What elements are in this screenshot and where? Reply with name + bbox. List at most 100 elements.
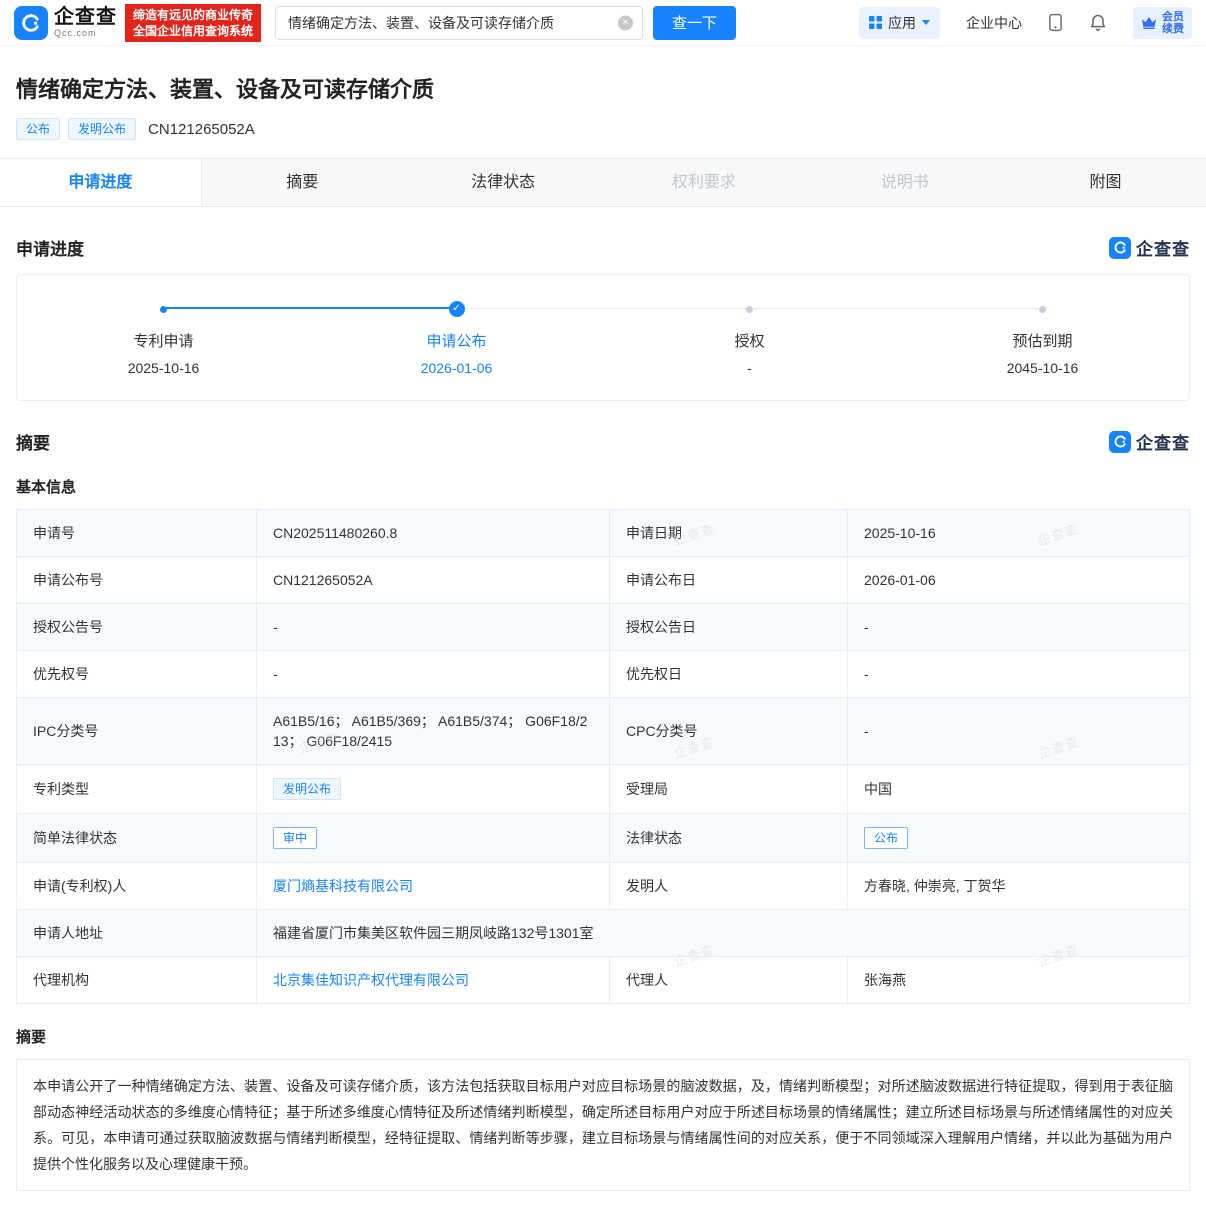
summary-section-header: 摘要 企查查	[16, 429, 1190, 454]
header-right-nav: 应用 企业中心 会员 续费	[859, 7, 1192, 39]
timeline-check-icon: ✓	[449, 301, 465, 317]
field-label: 简单法律状态	[17, 814, 257, 863]
qcc-logo[interactable]: 企查查 Qcc.com	[14, 6, 117, 40]
step-date: 2025-10-16	[128, 360, 200, 376]
vip-line2: 续费	[1162, 23, 1184, 35]
qcc-watermark-logo: 企查查	[1109, 235, 1190, 260]
clear-search-icon[interactable]: ×	[618, 15, 633, 30]
table-row: 授权公告号 - 授权公告日 -	[17, 604, 1190, 651]
field-label: 申请公布日	[610, 557, 848, 604]
type-tag-invention-publication: 发明公布	[68, 118, 136, 140]
logo-text: 企查查	[54, 7, 117, 28]
slogan-banner: 缔造有远见的商业传奇 全国企业信用查询系统	[125, 4, 261, 42]
field-value: 2026-01-06	[848, 557, 1190, 604]
slogan-line2: 全国企业信用查询系统	[133, 23, 253, 39]
field-value: 审中	[257, 814, 610, 863]
field-label: 优先权号	[17, 651, 257, 698]
field-label: 发明人	[610, 863, 848, 910]
patent-title-section: 情绪确定方法、装置、设备及可读存储介质 公布 发明公布 CN121265052A	[0, 46, 1206, 158]
field-value: 福建省厦门市集美区软件园三期凤岐路132号1301室	[257, 910, 1190, 957]
qcc-mark-icon	[1109, 431, 1131, 453]
table-row: 简单法律状态 审中 法律状态 公布	[17, 814, 1190, 863]
notification-bell-icon[interactable]	[1089, 13, 1107, 32]
field-label: 申请人地址	[17, 910, 257, 957]
field-label: 受理局	[610, 765, 848, 814]
timeline-dot-expiry	[1039, 301, 1046, 317]
table-row: 申请公布号 CN121265052A 申请公布日 2026-01-06	[17, 557, 1190, 604]
table-row: 申请(专利权)人 厦门熵基科技有限公司 发明人 方春晓, 仲崇亮, 丁贺华	[17, 863, 1190, 910]
field-label: IPC分类号	[17, 698, 257, 765]
mobile-app-icon[interactable]	[1048, 13, 1063, 32]
field-value: 方春晓, 仲崇亮, 丁贺华	[848, 863, 1190, 910]
progress-section-title: 申请进度	[16, 235, 84, 260]
simple-legal-status-tag: 审中	[273, 827, 317, 849]
field-label: 申请日期	[610, 510, 848, 557]
field-value: -	[257, 651, 610, 698]
tab-application-progress[interactable]: 申请进度	[0, 159, 202, 206]
qcc-mark-text: 企查查	[1136, 429, 1190, 454]
progress-timeline: 专利申请 2025-10-16 ✓ 申请公布 2026-01-06 授权 - 预…	[16, 274, 1190, 401]
vip-line1: 会员	[1162, 11, 1184, 23]
agency-link[interactable]: 北京集佳知识产权代理有限公司	[273, 972, 469, 988]
step-date: 2045-10-16	[1007, 360, 1079, 376]
timeline-step-filing: 专利申请 2025-10-16	[17, 301, 310, 376]
field-label: 法律状态	[610, 814, 848, 863]
field-label: 授权公告号	[17, 604, 257, 651]
step-date: 2026-01-06	[421, 360, 493, 376]
tab-description[interactable]: 说明书	[804, 159, 1005, 206]
step-label: 授权	[734, 330, 764, 351]
qcc-logo-text: 企查查 Qcc.com	[54, 7, 117, 38]
tab-drawings[interactable]: 附图	[1005, 159, 1206, 206]
field-value: -	[848, 698, 1190, 765]
apps-menu-button[interactable]: 应用	[859, 7, 940, 39]
applicant-link[interactable]: 厦门熵基科技有限公司	[273, 878, 413, 894]
field-value: -	[848, 604, 1190, 651]
tab-abstract[interactable]: 摘要	[202, 159, 403, 206]
field-label: 申请公布号	[17, 557, 257, 604]
field-value: -	[257, 604, 610, 651]
status-tag-published: 公布	[16, 118, 60, 140]
table-row: IPC分类号 A61B5/16； A61B5/369； A61B5/374； G…	[17, 698, 1190, 765]
field-value: 发明公布	[257, 765, 610, 814]
table-row: 申请号 CN202511480260.8 申请日期 2025-10-16	[17, 510, 1190, 557]
qcc-watermark-logo: 企查查	[1109, 429, 1190, 454]
field-value: 2025-10-16	[848, 510, 1190, 557]
chevron-down-icon	[922, 20, 930, 25]
timeline-dot-grant	[746, 301, 753, 317]
grid-icon	[869, 16, 882, 29]
abstract-text: 本申请公开了一种情绪确定方法、装置、设备及可读存储介质，该方法包括获取目标用户对…	[16, 1059, 1190, 1191]
progress-section-header: 申请进度 企查查	[16, 235, 1190, 260]
qcc-mark-text: 企查查	[1136, 235, 1190, 260]
step-date: -	[747, 360, 752, 376]
step-label: 专利申请	[133, 330, 193, 351]
search-input[interactable]	[275, 6, 643, 40]
timeline-dot-filing	[160, 301, 167, 317]
field-value: -	[848, 651, 1190, 698]
field-label: CPC分类号	[610, 698, 848, 765]
basic-info-title: 基本信息	[16, 476, 1190, 497]
field-label: 申请(专利权)人	[17, 863, 257, 910]
field-label: 申请号	[17, 510, 257, 557]
vip-renewal-button[interactable]: 会员 续费	[1133, 7, 1192, 39]
field-value: CN202511480260.8	[257, 510, 610, 557]
field-value: 中国	[848, 765, 1190, 814]
summary-section-title: 摘要	[16, 429, 50, 454]
patent-title: 情绪确定方法、装置、设备及可读存储介质	[16, 72, 1190, 104]
detail-tabbar: 申请进度 摘要 法律状态 权利要求 说明书 附图	[0, 158, 1206, 207]
slogan-line1: 缔造有远见的商业传奇	[133, 7, 253, 23]
tab-legal-status[interactable]: 法律状态	[403, 159, 604, 206]
logo-subtext: Qcc.com	[54, 28, 117, 38]
step-label: 预估到期	[1012, 330, 1072, 351]
legal-status-tag: 公布	[864, 827, 908, 849]
field-value: CN121265052A	[257, 557, 610, 604]
search-button[interactable]: 查一下	[653, 6, 736, 40]
enterprise-center-link[interactable]: 企业中心	[966, 13, 1022, 33]
tab-claims[interactable]: 权利要求	[603, 159, 804, 206]
field-label: 代理人	[610, 957, 848, 1004]
vip-renewal-label: 会员 续费	[1162, 11, 1184, 35]
search-bar: ×	[275, 6, 643, 40]
patent-tag-row: 公布 发明公布 CN121265052A	[16, 118, 1190, 140]
timeline-step-grant: 授权 -	[603, 301, 896, 376]
timeline-step-publication: ✓ 申请公布 2026-01-06	[310, 301, 603, 376]
field-label: 代理机构	[17, 957, 257, 1004]
